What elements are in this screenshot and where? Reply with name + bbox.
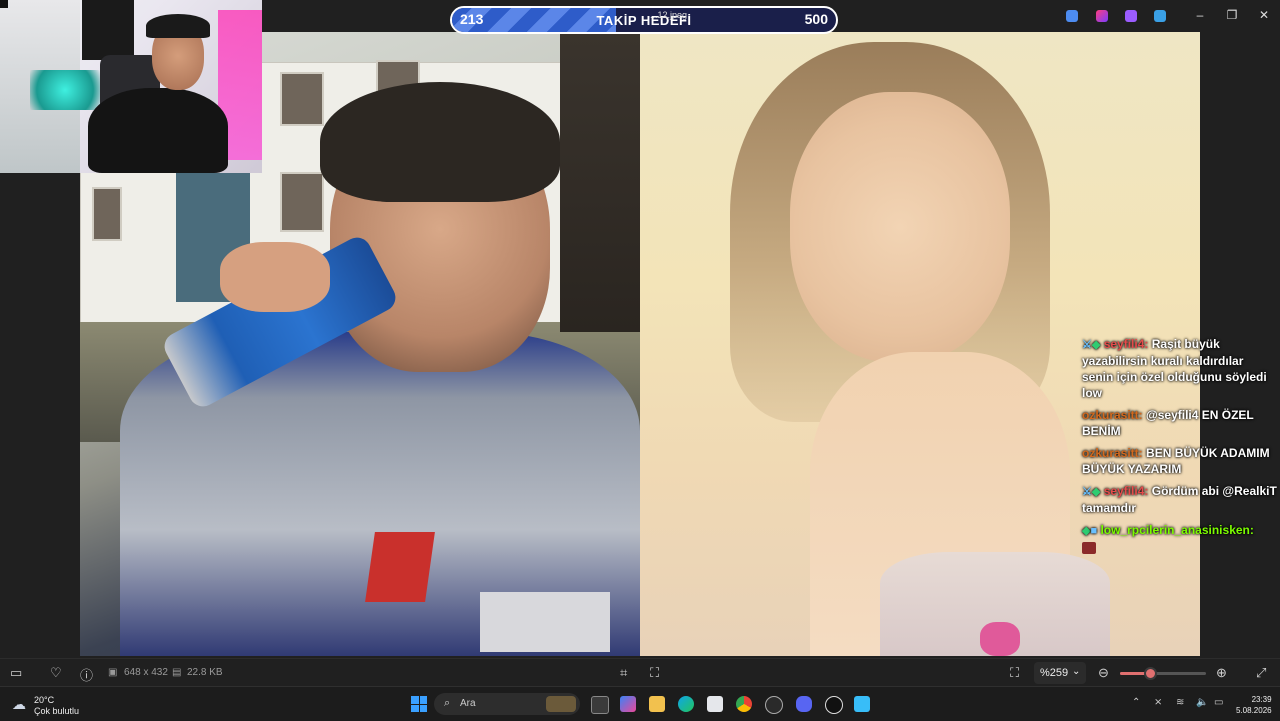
chat-username: ozkurasitt:: [1082, 408, 1143, 422]
windows-start-icon[interactable]: [411, 696, 427, 712]
fit-to-window-icon[interactable]: ⛶: [1010, 665, 1019, 681]
streamer-webcam: [0, 0, 262, 173]
network-off-icon[interactable]: ⨯: [1154, 697, 1162, 708]
stream-chat-overlay: ⚔◆ seyfili4: Raşit büyük yazabilirsin ku…: [1082, 336, 1278, 561]
goal-target-count: 500: [804, 11, 828, 27]
edge-icon[interactable]: [678, 696, 694, 712]
app-tray-icon[interactable]: [1066, 10, 1078, 22]
file-size-icon: ▤: [172, 667, 182, 678]
chat-message: ozkurasitt: @seyfili4 EN ÖZEL BENİM: [1082, 407, 1278, 439]
follow-goal-bar: 213 TAKİP HEDEFİ 500: [450, 6, 838, 34]
chat-username: seyfili4:: [1103, 484, 1149, 498]
sword-icon: ⚔: [1082, 486, 1092, 498]
zoom-in-icon[interactable]: ⊕: [1216, 665, 1227, 681]
weather-widget[interactable]: 20°C Çok bulutlu: [34, 695, 79, 717]
dark-shape: [560, 32, 640, 332]
discord-icon[interactable]: [796, 696, 812, 712]
clock-time: 23:39: [1251, 695, 1272, 704]
goal-title: TAKİP HEDEFİ: [596, 13, 692, 28]
shirt-logo-red: [365, 532, 435, 602]
chevron-down-icon: ⌄: [1072, 666, 1081, 677]
file-explorer-icon[interactable]: [649, 696, 665, 712]
wifi-icon[interactable]: ≋: [1176, 697, 1184, 708]
zoom-slider[interactable]: [1120, 667, 1206, 680]
chat-message: ozkurasitt: BEN BÜYÜK ADAMIM BÜYÜK YAZAR…: [1082, 445, 1278, 477]
chat-message: ⚔◆ seyfili4: Gördüm abi @RealkiT tamamdı…: [1082, 483, 1278, 516]
webcam-poster: [82, 0, 134, 60]
boy-hair: [320, 82, 560, 202]
app-tray-icon[interactable]: [1154, 10, 1166, 22]
streamer-body: [88, 88, 228, 173]
cube-icon: ■: [1090, 525, 1098, 537]
sword-icon: ⚔: [1082, 339, 1092, 351]
close-icon[interactable]: ✕: [1254, 8, 1274, 22]
task-view-icon[interactable]: [591, 696, 609, 714]
file-name: ...12.jpeg: [650, 10, 688, 20]
fullscreen-icon[interactable]: ⤢: [1256, 665, 1266, 681]
file-size: 22.8 KB: [187, 667, 223, 678]
chat-emote-icon: [1082, 541, 1096, 554]
app-tray-icon[interactable]: [1096, 10, 1108, 22]
chat-message: ◆■ low_rpcilerin_anasinisken:: [1082, 522, 1278, 555]
image-dimensions: 648 x 432: [124, 667, 168, 678]
zoom-slider-thumb[interactable]: [1144, 667, 1158, 680]
building-window: [92, 187, 122, 241]
chat-message: ⚔◆ seyfili4: Raşit büyük yazabilirsin ku…: [1082, 336, 1278, 401]
selfie-face: [790, 92, 1010, 362]
shirt-logo-text: [480, 592, 610, 652]
chat-username: seyfili4:: [1103, 337, 1149, 351]
chevron-up-icon[interactable]: ⌃: [1132, 697, 1140, 708]
chat-username: low_rpcilerin_anasinisken:: [1100, 523, 1254, 537]
app-tray-icon[interactable]: [1125, 10, 1137, 22]
zoom-level: %259: [1040, 667, 1069, 679]
crop-icon[interactable]: ⌗: [620, 665, 627, 681]
weather-temperature: 20°C: [34, 695, 55, 705]
zoom-out-icon[interactable]: ⊖: [1098, 665, 1109, 681]
building-window: [280, 172, 324, 232]
taskbar-search-box[interactable]: ⌕ Ara: [434, 693, 580, 715]
chat-username: ozkurasitt:: [1082, 446, 1143, 460]
m365-icon[interactable]: [620, 696, 636, 712]
building-window: [280, 72, 324, 126]
gem-icon: ◆: [1091, 486, 1101, 498]
weather-condition: Çok bulutlu: [34, 706, 80, 716]
scan-icon[interactable]: ⛶: [650, 665, 659, 681]
gem-icon: ◆: [1091, 339, 1101, 351]
search-icon: ⌕: [444, 697, 451, 709]
info-icon[interactable]: ⓘ: [80, 665, 93, 684]
photo-viewer-window: 213 TAKİP HEDEFİ 500 ...12.jpeg – ❐ ✕ ⚔◆…: [0, 0, 1280, 658]
image-size-icon: ▣: [108, 667, 118, 678]
speaker-icon[interactable]: 🔈: [1196, 697, 1208, 708]
viewer-bottom-bar: ▭ ♡ ⓘ ▣ 648 x 432 ▤ 22.8 KB ⌗ ⛶ ⛶ %259 ⌄…: [0, 658, 1280, 687]
chrome-icon[interactable]: [736, 696, 752, 712]
headphones: [146, 14, 210, 38]
search-placeholder: Ara: [460, 698, 476, 709]
boy-hand: [220, 242, 330, 312]
filmstrip-icon[interactable]: ▭: [10, 665, 22, 681]
photos-icon[interactable]: [854, 696, 870, 712]
windows-taskbar: ☁ 20°C Çok bulutlu ⌕ Ara ⌃ ⨯ ≋ 🔈 ▭ 23:39…: [0, 686, 1280, 721]
battery-icon[interactable]: ▭: [1214, 697, 1223, 708]
clock-date: 5.08.2026: [1236, 706, 1272, 715]
search-highlight-image: [546, 696, 576, 712]
favorite-heart-icon[interactable]: ♡: [50, 665, 62, 681]
zoom-level-dropdown[interactable]: %259 ⌄: [1034, 662, 1086, 684]
shirt-print: [980, 622, 1020, 656]
media-player-icon[interactable]: [825, 696, 843, 714]
webcam-corner: [0, 0, 8, 8]
taskbar-clock[interactable]: 23:39 5.08.2026: [1236, 694, 1272, 716]
cloud-icon: ☁: [12, 696, 26, 712]
store-icon[interactable]: [707, 696, 723, 712]
webcam-cyan-light: [30, 70, 100, 110]
minimize-icon[interactable]: –: [1190, 8, 1210, 22]
github-icon[interactable]: [765, 696, 783, 714]
maximize-icon[interactable]: ❐: [1222, 8, 1242, 22]
